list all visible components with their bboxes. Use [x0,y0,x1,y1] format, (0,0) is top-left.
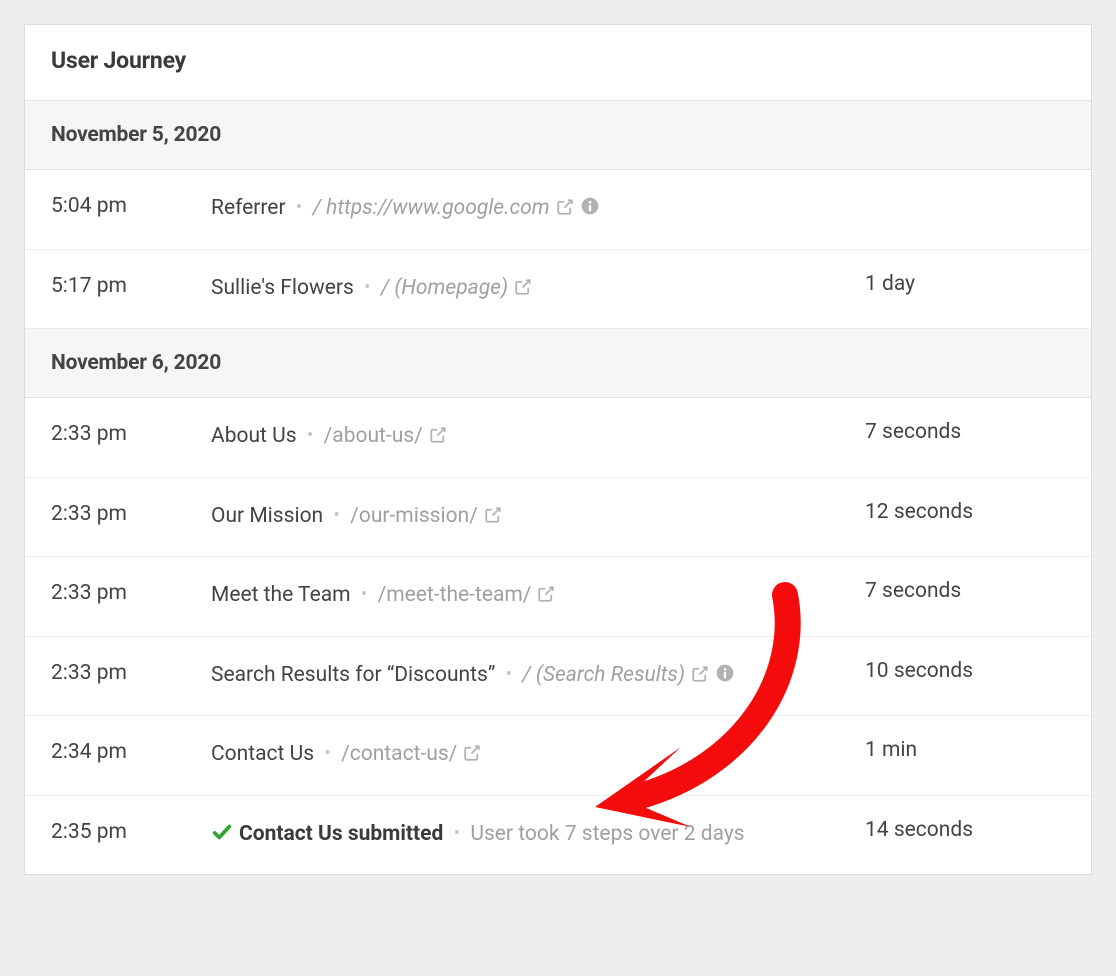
separator-bullet: • [495,664,522,685]
journey-duration: 14 seconds [865,818,1065,842]
external-link-icon[interactable] [556,198,574,216]
journey-note: User took 7 steps over 2 days [470,822,744,846]
journey-detail: About Us • /about-us/ [211,420,865,453]
journey-detail: Sullie's Flowers • / (Homepage) [211,272,865,305]
journey-row: 2:33 pmAbout Us • /about-us/7 seconds [25,398,1091,478]
journey-title: Search Results for “Discounts” [211,663,495,687]
journey-duration: 1 min [865,738,1065,762]
journey-row: 2:35 pmContact Us submitted • User took … [25,796,1091,875]
external-link-icon[interactable] [537,585,555,603]
journey-row: 5:04 pmReferrer • / https://www.google.c… [25,170,1091,250]
journey-duration: 10 seconds [865,659,1065,683]
journey-title: Our Mission [211,504,323,528]
journey-row: 2:34 pmContact Us • /contact-us/1 min [25,716,1091,796]
journey-detail: Contact Us • /contact-us/ [211,738,865,771]
journey-row: 2:33 pmSearch Results for “Discounts” • … [25,637,1091,717]
journey-detail: Our Mission • /our-mission/ [211,500,865,533]
journey-path: / (Search Results) [522,663,685,687]
journey-duration: 1 day [865,272,1065,296]
journey-detail: Referrer • / https://www.google.com [211,192,865,225]
journey-row: 5:17 pmSullie's Flowers • / (Homepage)1 … [25,250,1091,330]
journey-detail: Search Results for “Discounts” • / (Sear… [211,659,865,692]
date-header: November 5, 2020 [25,101,1091,170]
journey-path: /our-mission/ [350,504,478,528]
user-journey-panel: User Journey November 5, 20205:04 pmRefe… [24,24,1092,875]
external-link-icon[interactable] [484,506,502,524]
journey-time: 2:33 pm [51,420,211,446]
journey-title: About Us [211,424,297,448]
journey-duration: 7 seconds [865,579,1065,603]
journey-time: 2:34 pm [51,738,211,764]
journey-duration: 7 seconds [865,420,1065,444]
journey-path: /about-us/ [324,424,423,448]
journey-title: Contact Us [211,742,314,766]
separator-bullet: • [323,505,350,526]
separator-bullet: • [354,277,381,298]
separator-bullet: • [297,425,324,446]
panel-title: User Journey [25,25,1091,101]
external-link-icon[interactable] [514,278,532,296]
journey-title: Contact Us submitted [239,822,443,846]
external-link-icon[interactable] [429,426,447,444]
external-link-icon[interactable] [691,665,709,683]
info-icon[interactable] [715,663,735,683]
journey-time: 2:33 pm [51,659,211,685]
check-icon [211,821,233,843]
journey-detail: Meet the Team • /meet-the-team/ [211,579,865,612]
journey-duration: 12 seconds [865,500,1065,524]
journey-path: /contact-us/ [341,742,457,766]
journey-time: 5:04 pm [51,192,211,218]
separator-bullet: • [443,823,470,844]
separator-bullet: • [286,197,313,218]
separator-bullet: • [314,743,341,764]
journey-title: Referrer [211,196,286,220]
journey-path: / https://www.google.com [313,196,550,220]
journey-row: 2:33 pmOur Mission • /our-mission/12 sec… [25,478,1091,558]
info-icon[interactable] [580,196,600,216]
journey-time: 2:35 pm [51,818,211,844]
journey-path: /meet-the-team/ [378,583,532,607]
journey-time: 2:33 pm [51,500,211,526]
journey-title: Sullie's Flowers [211,276,354,300]
external-link-icon[interactable] [463,744,481,762]
date-header: November 6, 2020 [25,329,1091,398]
journey-row: 2:33 pmMeet the Team • /meet-the-team/7 … [25,557,1091,637]
journey-time: 5:17 pm [51,272,211,298]
journey-time: 2:33 pm [51,579,211,605]
journey-detail: Contact Us submitted • User took 7 steps… [211,818,865,851]
separator-bullet: • [351,584,378,605]
journey-title: Meet the Team [211,583,351,607]
journey-path: / (Homepage) [381,276,508,300]
